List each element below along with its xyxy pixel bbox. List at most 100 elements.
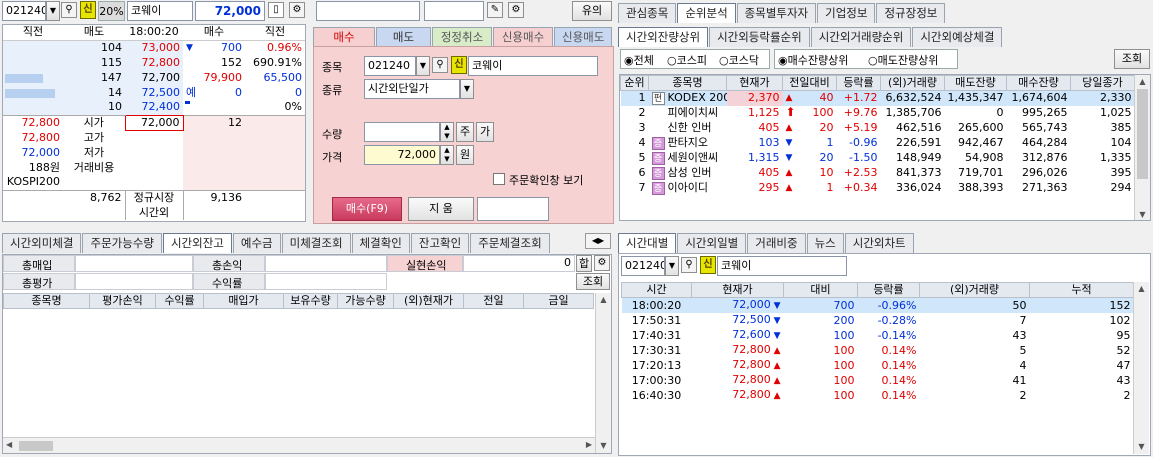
rank-col-header[interactable]: 종목명 bbox=[648, 75, 727, 91]
search-icon[interactable]: ⚲ bbox=[432, 57, 448, 73]
rank-col-header[interactable]: 전일대비 bbox=[782, 75, 837, 91]
rank-stock-name[interactable]: 신한 인버 bbox=[668, 121, 712, 134]
tab-credit-buy[interactable]: 신용매수 bbox=[493, 27, 553, 47]
balance-col-header[interactable]: 평가손익 bbox=[89, 293, 156, 309]
tab-time-4[interactable]: 시간외차트 bbox=[844, 233, 914, 253]
order-code-dropdown-icon[interactable]: ▼ bbox=[416, 56, 430, 76]
stock-code-input[interactable]: 021240 bbox=[2, 1, 46, 21]
tab-balance-4[interactable]: 미체결조회 bbox=[281, 233, 351, 253]
tab-balance-5[interactable]: 체결확인 bbox=[351, 233, 410, 253]
time-row[interactable]: 16:40:30 72,800 ▲ 100 0.14% 2 2 bbox=[622, 388, 1134, 403]
order-extra-input[interactable] bbox=[477, 197, 549, 221]
tab-balance-3[interactable]: 예수금 bbox=[232, 233, 281, 253]
radio-kosdaq[interactable]: ○코스닥 bbox=[719, 52, 759, 68]
rank-stock-name[interactable]: 삼성 인버 bbox=[668, 166, 712, 179]
sum-button[interactable]: 합 bbox=[576, 255, 592, 272]
rank-stock-name[interactable]: 판타지오 bbox=[668, 136, 708, 149]
account-select[interactable] bbox=[316, 1, 420, 21]
caution-button[interactable]: 유의 bbox=[572, 1, 612, 21]
rank-col-header[interactable]: 당일종가 bbox=[1070, 75, 1135, 91]
balance-col-header[interactable]: 금일 bbox=[523, 293, 594, 309]
ask-row[interactable]: 147 72,700 79,900 65,500 bbox=[3, 70, 305, 85]
ask-row[interactable]: 115 72,800 152 690.91% bbox=[3, 55, 305, 70]
order-type-select[interactable]: 시간외단일가 bbox=[364, 79, 460, 99]
tab-rank-analysis[interactable]: 순위분석 bbox=[677, 3, 736, 23]
code-dropdown-icon[interactable]: ▼ bbox=[46, 1, 60, 21]
rank-stock-name-cell[interactable]: 피에이치씨 bbox=[649, 106, 727, 121]
balance-col-header[interactable]: 가능수량 bbox=[337, 293, 394, 309]
price-input[interactable]: 72,000 bbox=[364, 145, 440, 165]
order-type-dropdown-icon[interactable]: ▼ bbox=[460, 79, 474, 99]
qty-spinner[interactable]: ▲ ▼ bbox=[440, 122, 454, 142]
confirm-checkbox[interactable] bbox=[493, 173, 505, 185]
ask-price[interactable]: 72,700 bbox=[125, 70, 183, 85]
rank-stock-name-cell[interactable]: 증 삼성 인버 bbox=[649, 166, 727, 181]
gear-icon[interactable]: ⚙ bbox=[289, 2, 305, 18]
ask-row[interactable]: 10 72,400 0% bbox=[3, 100, 305, 115]
rank-row[interactable]: 6 증 삼성 인버 405 ▲ 10 +2.53 841,373 719,701 296,026 3… bbox=[621, 166, 1135, 181]
tab-balance-6[interactable]: 잔고확인 bbox=[410, 233, 470, 253]
password-input[interactable] bbox=[424, 1, 484, 21]
rank-row[interactable]: 5 증 세원이앤씨 1,315 ▼ 20 -1.50 148,949 54,908 312,876… bbox=[621, 151, 1135, 166]
rank-row[interactable]: 1 펀 KODEX 200 2,370 ▲ 40 +1.72 6,632,524 1,435,3… bbox=[620, 90, 1135, 106]
time-row[interactable]: 17:50:31 72,500 ▼ 200 -0.28% 7 102 bbox=[622, 313, 1134, 328]
price-unit-button[interactable]: 원 bbox=[456, 145, 474, 165]
balance-col-header[interactable]: 매입가 bbox=[203, 293, 284, 309]
tab-watchlist[interactable]: 관심종목 bbox=[618, 3, 677, 23]
edit-icon[interactable]: ✎ bbox=[487, 2, 503, 18]
tab-investor[interactable]: 종목별투자자 bbox=[736, 3, 817, 23]
tab-after-hours-expected[interactable]: 시간외예상체결 bbox=[912, 27, 1003, 47]
balance-scrollbar[interactable]: ▲ ▼ bbox=[595, 293, 611, 453]
time-row[interactable]: 17:00:30 72,800 ▲ 100 0.14% 41 43 bbox=[622, 373, 1134, 388]
tab-time-1[interactable]: 시간외일별 bbox=[677, 233, 747, 253]
order-code-input[interactable]: 021240 bbox=[364, 56, 416, 76]
tab-after-hours-volume[interactable]: 시간외거래량순위 bbox=[810, 27, 912, 47]
time-code-dropdown-icon[interactable]: ▼ bbox=[665, 256, 679, 276]
rank-stock-name-cell[interactable]: 증 판타지오 bbox=[649, 136, 727, 151]
rank-col-header[interactable]: (외)거래량 bbox=[880, 75, 945, 91]
balance-col-header[interactable]: 수익률 bbox=[155, 293, 204, 309]
time-col-header[interactable]: 현재가 bbox=[691, 282, 784, 298]
rank-stock-name[interactable]: 이아이디 bbox=[668, 181, 708, 194]
rank-stock-name-cell[interactable]: 신한 인버 bbox=[649, 121, 727, 136]
balance-col-header[interactable]: (외)현재가 bbox=[393, 293, 464, 309]
search-icon[interactable]: ⚲ bbox=[61, 2, 77, 18]
balance-col-header[interactable]: 종목명 bbox=[3, 293, 90, 309]
qty-input[interactable] bbox=[364, 122, 440, 142]
ask-row[interactable]: 104 73,000 ▼ 700 0.96% bbox=[3, 40, 305, 55]
radio-kospi[interactable]: ○코스피 bbox=[667, 52, 707, 68]
balance-col-header[interactable]: 전일 bbox=[463, 293, 524, 309]
tab-after-hours-balance[interactable]: 시간외잔량상위 bbox=[618, 27, 709, 47]
tab-balance-1[interactable]: 주문가능수량 bbox=[82, 233, 162, 253]
tab-balance-0[interactable]: 시간외미체결 bbox=[2, 233, 82, 253]
rank-col-header[interactable]: 매수잔량 bbox=[1006, 75, 1071, 91]
time-row[interactable]: 17:20:13 72,800 ▲ 100 0.14% 4 47 bbox=[622, 358, 1134, 373]
tab-company-info[interactable]: 기업정보 bbox=[817, 3, 876, 23]
rank-stock-name-cell[interactable]: 펀 KODEX 200 bbox=[648, 90, 727, 106]
tab-regular-info[interactable]: 정규장정보 bbox=[876, 3, 946, 23]
rank-stock-name[interactable]: KODEX 200 bbox=[668, 91, 727, 104]
price-spinner[interactable]: ▲ ▼ bbox=[440, 145, 454, 165]
time-scrollbar[interactable]: ▲ ▼ bbox=[1133, 282, 1149, 454]
rank-stock-name-cell[interactable]: 증 이아이디 bbox=[649, 181, 727, 196]
tab-balance-2[interactable]: 시간외잔고 bbox=[162, 233, 232, 253]
buy-button[interactable]: 매수(F9) bbox=[332, 197, 402, 221]
rank-col-header[interactable]: 등락률 bbox=[836, 75, 881, 91]
radio-all[interactable]: ◉전체 bbox=[624, 52, 654, 68]
radio-bid-top[interactable]: ◉매수잔량상위 bbox=[778, 52, 848, 68]
tab-credit-sell[interactable]: 신용매도 bbox=[554, 27, 612, 47]
qty-max-button[interactable]: 가 bbox=[476, 122, 494, 142]
tab-sell[interactable]: 매도 bbox=[376, 27, 431, 47]
tab-modify-cancel[interactable]: 정정취소 bbox=[432, 27, 492, 47]
rank-row[interactable]: 3 신한 인버 405 ▲ 20 +5.19 462,516 265,600 565,743 38… bbox=[621, 121, 1135, 136]
gear-icon[interactable]: ⚙ bbox=[508, 2, 524, 18]
tab-buy[interactable]: 매수 bbox=[313, 27, 375, 47]
selected-price-cell[interactable]: 72,000 bbox=[124, 114, 184, 131]
rank-row[interactable]: 2 피에이치씨 1,125 ⬆ 100 +9.76 1,385,706 0 995,265 1,0… bbox=[621, 106, 1135, 121]
time-row[interactable]: 17:30:31 72,800 ▲ 100 0.14% 5 52 bbox=[622, 343, 1134, 358]
time-col-header[interactable]: 누적 bbox=[1029, 282, 1134, 298]
time-row[interactable]: 18:00:20 72,000 ▼ 700 -0.96% 50 152 bbox=[621, 297, 1134, 313]
rank-stock-name[interactable]: 피에이치씨 bbox=[668, 106, 719, 119]
time-row[interactable]: 17:40:31 72,600 ▼ 100 -0.14% 43 95 bbox=[622, 328, 1134, 343]
balance-col-header[interactable]: 보유수량 bbox=[283, 293, 338, 309]
